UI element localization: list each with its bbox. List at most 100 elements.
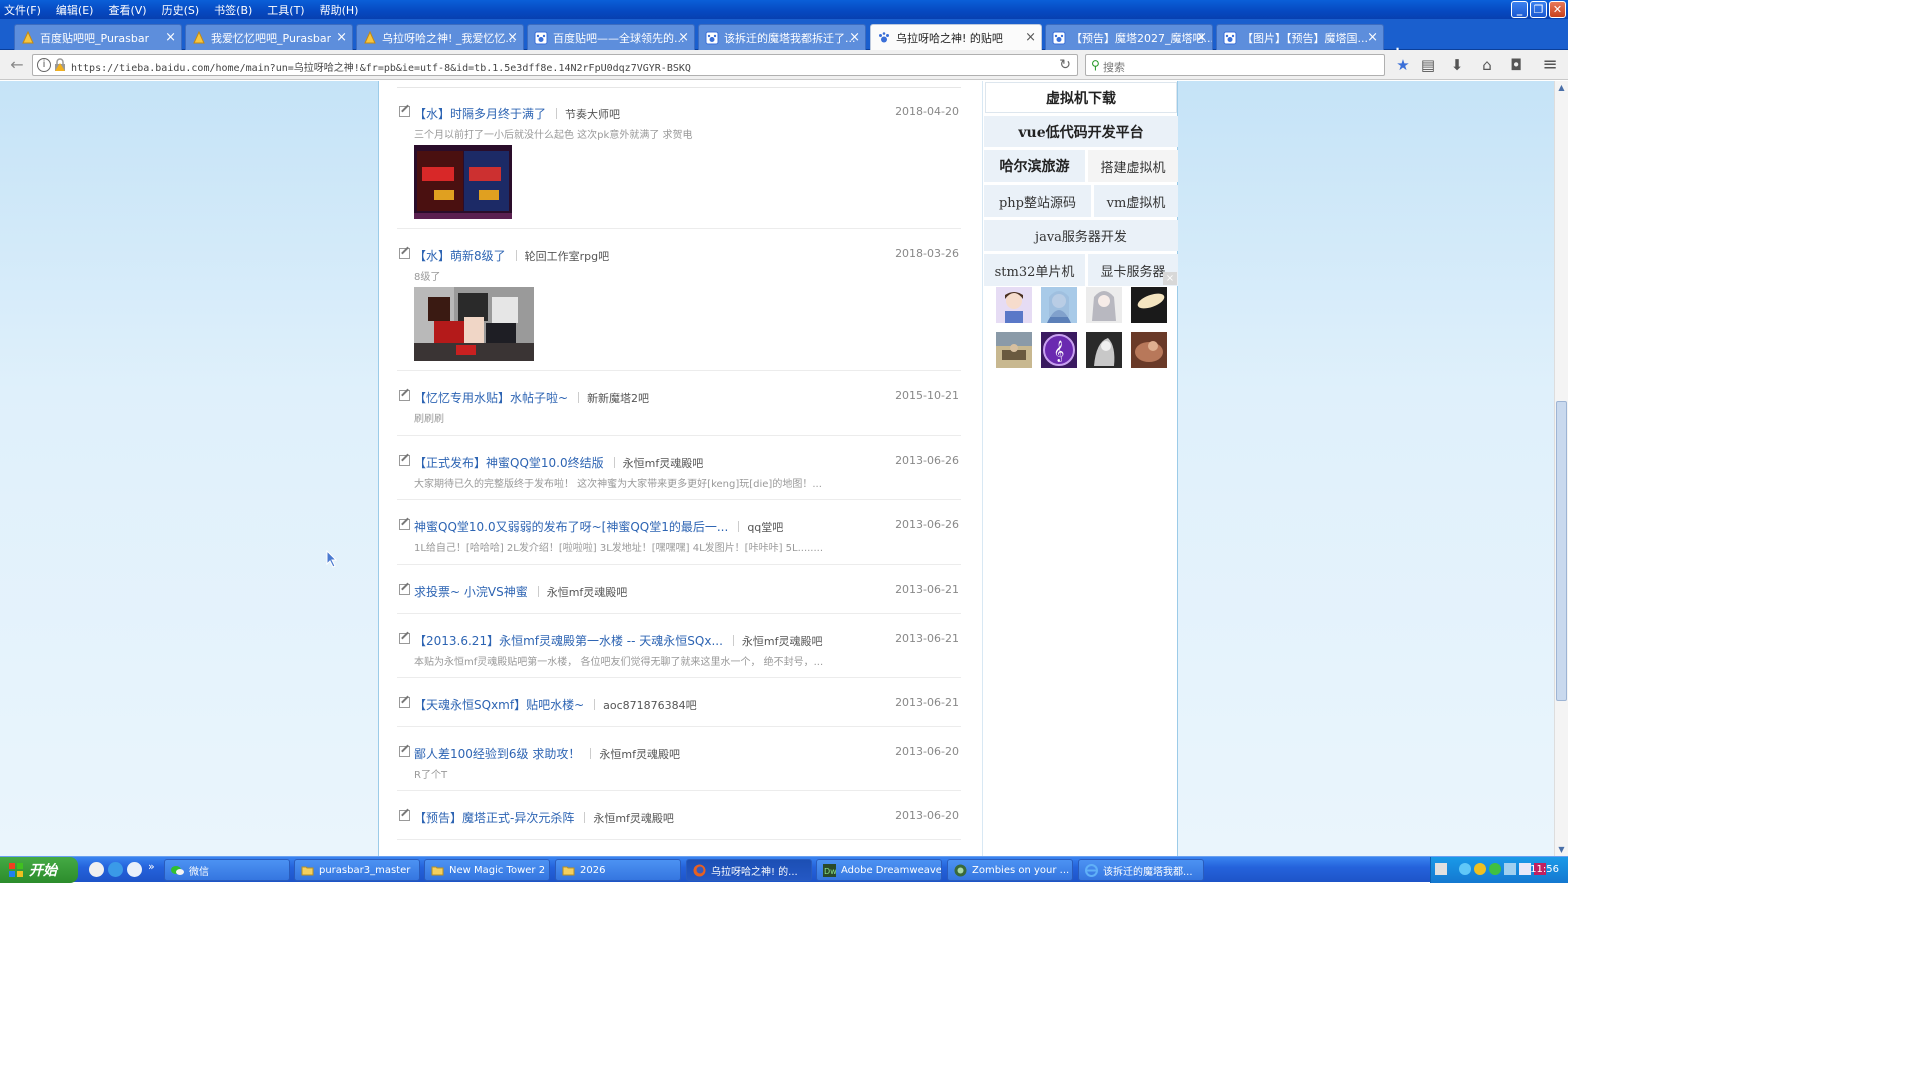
qq-icon[interactable] xyxy=(1474,863,1486,875)
taskbar-button[interactable]: purasbar3_master xyxy=(294,859,420,881)
vertical-scrollbar[interactable]: ▲ ▼ xyxy=(1554,81,1568,856)
home-icon[interactable]: ⌂ xyxy=(1477,55,1497,75)
ad-close-icon[interactable]: × xyxy=(1163,272,1177,285)
browser-tab-active[interactable]: 乌拉呀哈之神! 的贴吧 × xyxy=(870,24,1042,51)
menu-bookmarks[interactable]: 书签(B) xyxy=(214,2,252,18)
browser-tab[interactable]: 【图片】【预告】魔塔国... × xyxy=(1216,24,1384,50)
reading-list-icon[interactable]: ▤ xyxy=(1418,55,1438,75)
sidebar-link-vm[interactable]: vm虚拟机 xyxy=(1094,185,1178,217)
scrollbar-thumb[interactable] xyxy=(1556,401,1567,701)
download-icon[interactable]: ⬇ xyxy=(1447,55,1467,75)
scroll-down-arrow-icon[interactable]: ▼ xyxy=(1555,843,1568,856)
sidebar-link-setup-vm[interactable]: 搭建虚拟机 xyxy=(1088,150,1178,182)
follower-avatar[interactable] xyxy=(996,287,1032,323)
forum-link[interactable]: 节奏大师吧 xyxy=(565,108,620,121)
forum-link[interactable]: 新新魔塔2吧 xyxy=(587,392,649,405)
taskbar-button[interactable]: 2026 xyxy=(555,859,681,881)
post-title-link[interactable]: 【水】萌新8级了 xyxy=(414,249,506,263)
search-engine-icon[interactable]: ⚲ xyxy=(1091,58,1100,72)
forum-link[interactable]: 永恒mf灵魂殿吧 xyxy=(623,457,704,470)
forum-link[interactable]: 轮回工作室rpg吧 xyxy=(525,250,610,263)
menu-tools[interactable]: 工具(T) xyxy=(267,2,304,18)
url-bar[interactable]: i https://tieba.baidu.com/home/main?un=乌… xyxy=(32,54,1078,76)
post-thumbnail-image[interactable] xyxy=(414,287,534,361)
quicklaunch-more-icon[interactable]: » xyxy=(148,860,155,873)
menu-view[interactable]: 查看(V) xyxy=(108,2,146,18)
restore-button[interactable]: ❐ xyxy=(1530,1,1547,18)
browser-tab[interactable]: 该拆迁的魔塔我都拆迁了... × xyxy=(698,24,866,50)
quicklaunch-ie-icon[interactable] xyxy=(108,862,123,877)
tab-close-icon[interactable]: × xyxy=(849,30,860,45)
tab-close-icon[interactable]: × xyxy=(1196,30,1207,45)
browser-tab[interactable]: 我爱忆忆吧吧_Purasbar × xyxy=(185,24,353,50)
pocket-icon[interactable]: ◘ xyxy=(1506,55,1526,75)
tab-close-icon[interactable]: × xyxy=(507,30,518,45)
forum-link[interactable]: 永恒mf灵魂殿吧 xyxy=(593,812,674,825)
start-button[interactable]: 开始 xyxy=(0,857,78,883)
post-title-link[interactable]: 【忆忆专用水贴】水帖子啦~ xyxy=(414,391,568,405)
forum-link[interactable]: 永恒mf灵魂殿吧 xyxy=(547,586,628,599)
tray-arrow-icon[interactable] xyxy=(1459,863,1471,875)
hamburger-menu-icon[interactable]: ≡ xyxy=(1540,55,1560,75)
quicklaunch-media-icon[interactable] xyxy=(127,862,142,877)
warning-lock-icon[interactable] xyxy=(54,58,66,72)
browser-tab[interactable]: 百度贴吧吧_Purasbar × xyxy=(14,24,182,50)
taskbar-button[interactable]: New Magic Tower 2 xyxy=(424,859,550,881)
tab-close-icon[interactable]: × xyxy=(678,30,689,45)
post-thumbnail-image[interactable] xyxy=(414,145,512,219)
menu-history[interactable]: 历史(S) xyxy=(162,2,200,18)
taskbar-button[interactable]: Zombies on your ... xyxy=(947,859,1073,881)
keyboard-icon[interactable] xyxy=(1435,863,1447,875)
follower-avatar[interactable] xyxy=(1086,287,1122,323)
menu-help[interactable]: 帮助(H) xyxy=(320,2,359,18)
reload-icon[interactable]: ↻ xyxy=(1059,57,1071,73)
sidebar-link-java-server[interactable]: java服务器开发 xyxy=(984,220,1178,251)
sidebar-link-stm32[interactable]: stm32单片机 xyxy=(984,254,1085,286)
close-window-button[interactable]: ✕ xyxy=(1549,1,1566,18)
browser-tab[interactable]: 百度贴吧——全球领先的... × xyxy=(527,24,695,50)
forum-link[interactable]: qq堂吧 xyxy=(747,521,783,534)
browser-tab[interactable]: 【预告】魔塔2027_魔塔吧... × xyxy=(1045,24,1213,50)
tab-close-icon[interactable]: × xyxy=(1367,30,1378,45)
forum-link[interactable]: 永恒mf灵魂殿吧 xyxy=(599,748,680,761)
follower-avatar[interactable]: 𝄞 xyxy=(1041,332,1077,368)
follower-avatar[interactable] xyxy=(1131,332,1167,368)
sidebar-link-vue-lowcode[interactable]: vue低代码开发平台 xyxy=(984,116,1178,147)
taskbar-button[interactable]: 微信 xyxy=(164,859,290,881)
follower-avatar[interactable] xyxy=(1086,332,1122,368)
follower-avatar[interactable] xyxy=(1131,287,1167,323)
post-title-link[interactable]: 【水】时隔多月终于满了 xyxy=(414,107,546,121)
taskbar-button[interactable]: 该拆迁的魔塔我都... xyxy=(1078,859,1204,881)
menu-edit[interactable]: 编辑(E) xyxy=(56,2,94,18)
forum-link[interactable]: aoc871876384吧 xyxy=(603,699,697,712)
follower-avatar[interactable] xyxy=(996,332,1032,368)
search-bar[interactable]: ⚲ 搜索 xyxy=(1085,54,1385,76)
taskbar-button[interactable]: Dw Adobe Dreamweave... xyxy=(816,859,942,881)
menu-file[interactable]: 文件(F) xyxy=(4,2,41,18)
tab-close-icon[interactable]: × xyxy=(165,30,176,45)
info-icon[interactable]: i xyxy=(37,58,51,72)
tab-close-icon[interactable]: × xyxy=(336,30,347,45)
post-title-link[interactable]: 【2013.6.21】永恒mf灵魂殿第一水楼 -- 天魂永恒SQx... xyxy=(414,634,723,648)
post-title-link[interactable]: 【天魂永恒SQxmf】贴吧水楼~ xyxy=(414,698,584,712)
sidebar-link-php-source[interactable]: php整站源码 xyxy=(984,185,1091,217)
minimize-button[interactable]: _ xyxy=(1511,1,1528,18)
post-title-link[interactable]: 神蜜QQ堂10.0又弱弱的发布了呀~[神蜜QQ堂1的最后一... xyxy=(414,520,728,534)
post-title-link[interactable]: 【正式发布】神蜜QQ堂10.0终结版 xyxy=(414,456,604,470)
quicklaunch-desktop-icon[interactable] xyxy=(89,862,104,877)
bookmark-star-icon[interactable]: ★ xyxy=(1393,55,1413,75)
post-title-link[interactable]: 【预告】魔塔正式-异次元杀阵 xyxy=(414,811,574,825)
network-icon[interactable] xyxy=(1504,863,1516,875)
forum-link[interactable]: 永恒mf灵魂殿吧 xyxy=(742,635,823,648)
tab-close-icon[interactable]: × xyxy=(1025,30,1036,45)
sidebar-link-harbin-travel[interactable]: 哈尔滨旅游 xyxy=(984,150,1085,182)
taskbar-button-active[interactable]: 乌拉呀哈之神! 的... xyxy=(686,859,812,881)
follower-avatar[interactable] xyxy=(1041,287,1077,323)
sidebar-link-vm-download[interactable]: 虚拟机下载 xyxy=(985,82,1177,113)
post-title-link[interactable]: 鄙人差100经验到6级 求助攻！ xyxy=(414,747,580,761)
back-arrow-icon[interactable]: ← xyxy=(6,54,28,76)
wechat-tray-icon[interactable] xyxy=(1489,863,1501,875)
post-title-link[interactable]: 求投票~ 小浣VS神蜜 xyxy=(414,585,528,599)
browser-tab[interactable]: 乌拉呀哈之神! _我爱忆忆... × xyxy=(356,24,524,50)
scroll-up-arrow-icon[interactable]: ▲ xyxy=(1555,81,1568,94)
